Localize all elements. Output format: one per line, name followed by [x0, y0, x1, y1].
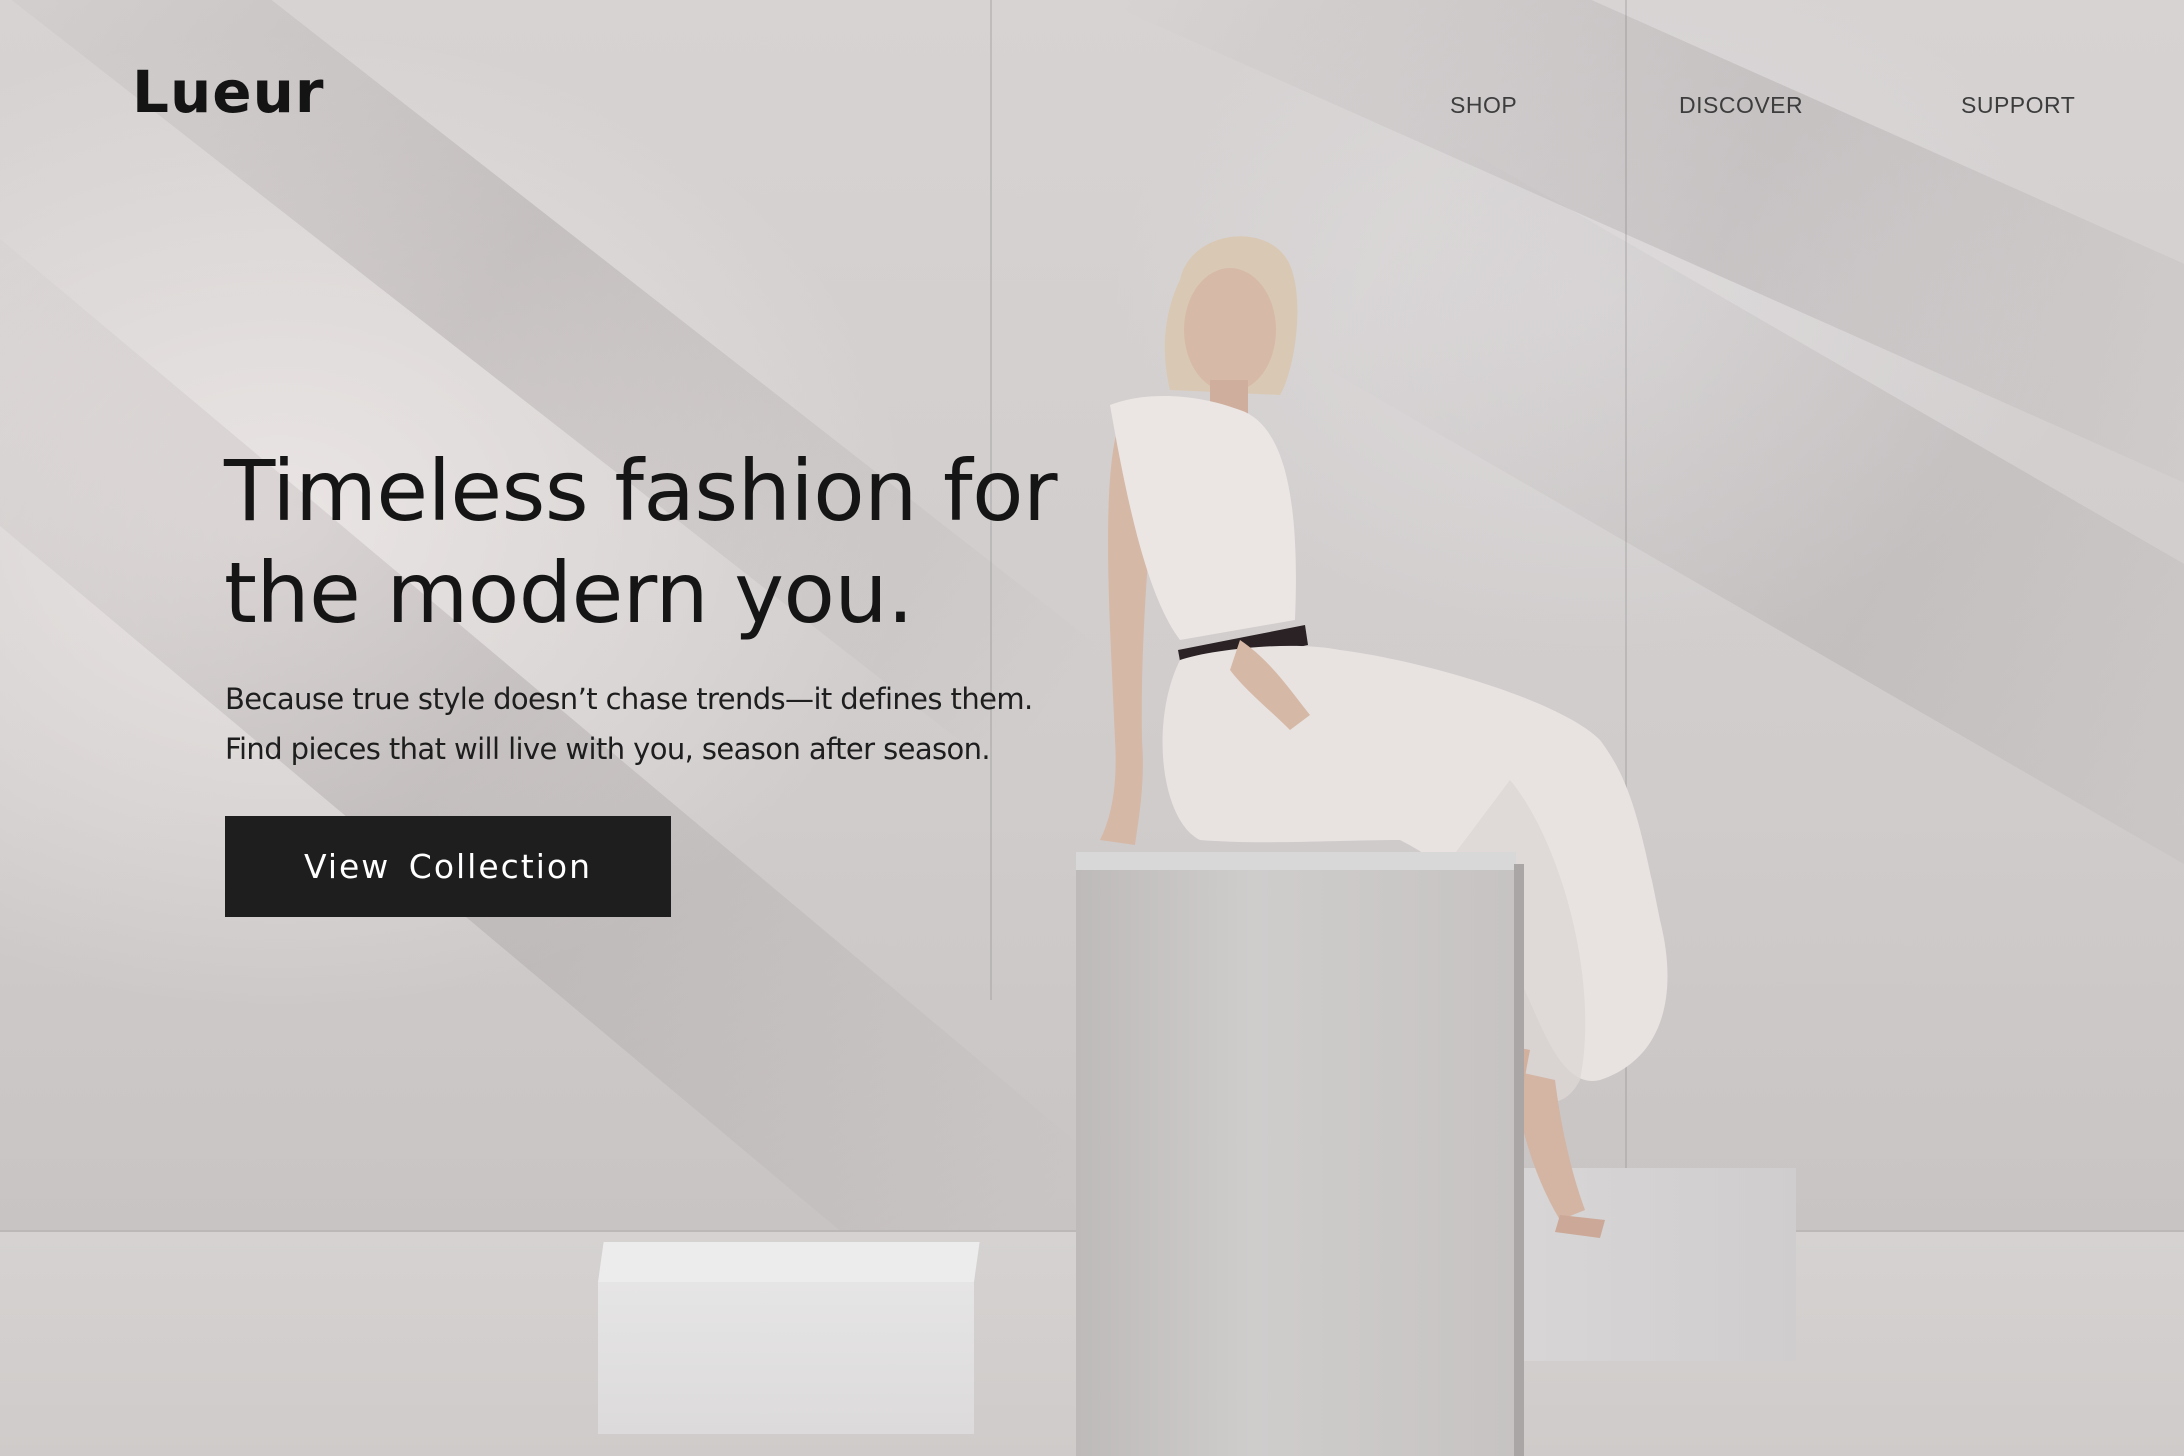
nav-link-support[interactable]: SUPPORT — [1961, 92, 2075, 119]
hero-subtext-line: Because true style doesn’t chase trends—… — [225, 682, 1033, 716]
hero-subtext-line: Find pieces that will live with you, sea… — [225, 732, 991, 766]
hero-headline-line: Timeless fashion for — [224, 442, 1058, 540]
nav-link-discover[interactable]: DISCOVER — [1679, 92, 1803, 119]
hero-headline-line: the modern you. — [224, 544, 914, 642]
hero-headline: Timeless fashion for the modern you. — [224, 440, 1124, 644]
hero-subtext: Because true style doesn’t chase trends—… — [225, 674, 1125, 774]
view-collection-button[interactable]: View Collection — [225, 816, 671, 917]
main-nav: SHOP DISCOVER SUPPORT — [0, 92, 2184, 122]
nav-link-shop[interactable]: SHOP — [1450, 92, 1517, 119]
low-pedestal-left — [598, 1242, 980, 1434]
tall-pedestal — [1076, 852, 1524, 1456]
